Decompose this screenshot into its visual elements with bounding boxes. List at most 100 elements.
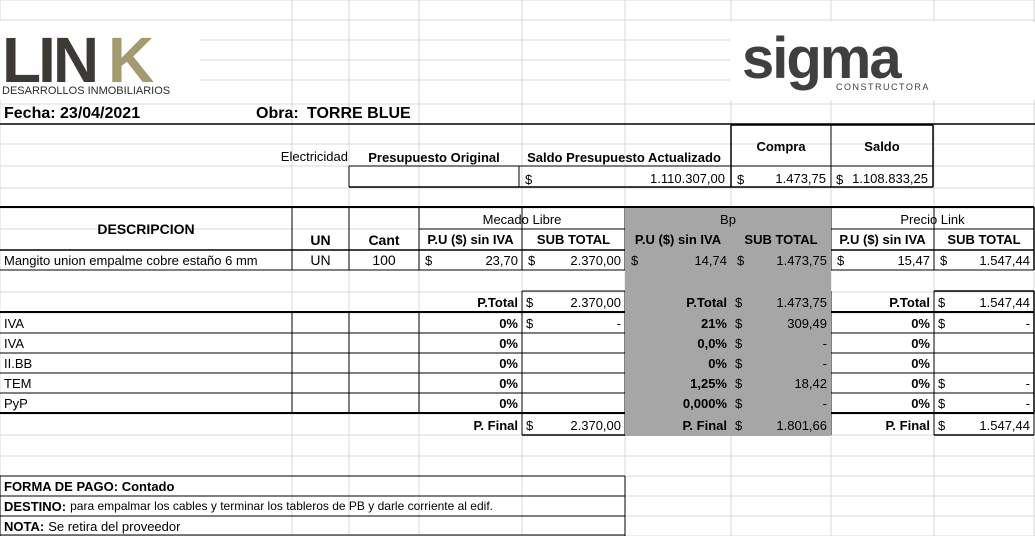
currency: $ [735,418,743,433]
ml-pfinal-label: P. Final [473,417,518,433]
tax-bp-pct: 0,000% [682,395,727,411]
forma-de-pago: FORMA DE PAGO: Contado [4,478,175,494]
tax-ml-pct: 0% [499,335,518,351]
tax-ml-val: - [616,315,621,331]
tax-ml-pct: 0% [499,395,518,411]
item-pl-sub: 1.547,44 [979,252,1030,268]
nota-line: NOTA: Se retira del proveedor [4,516,180,536]
tax-bp-val: - [822,335,827,351]
currency: $ [938,376,946,391]
tax-name: PyP [4,395,28,411]
tax-pl-pct: 0% [911,335,930,351]
tax-bp-val: 309,49 [787,315,827,331]
currency: $ [525,171,533,187]
item-cant: 100 [372,252,396,268]
currency: $ [735,336,743,351]
tax-pl-val: - [1025,375,1030,391]
tax-bp-pct: 0,0% [697,335,727,351]
item-description: Mangito union empalme cobre estaño 6 mm [4,252,258,268]
currency: $ [526,295,534,310]
link-logo: LIN K DESARROLLOS INMOBILIARIOS [2,24,170,105]
tax-bp-pct: 21% [700,315,727,331]
tax-pl-pct: 0% [911,395,930,411]
item-ml-pu: 23,70 [485,252,518,268]
group-bp: Bp [720,211,736,227]
sigma-logo: sigma CONSTRUCTORA [742,26,932,99]
obra-label: Obra: [256,105,299,122]
ml-ptotal: 2.370,00 [570,294,621,310]
tax-bp-pct: 1,25% [690,375,727,391]
item-ml-sub: 2.370,00 [570,252,621,268]
tax-pl-pct: 0% [911,355,930,371]
currency: $ [737,253,745,268]
currency: $ [526,316,534,331]
tax-ml-val [538,333,625,353]
tax-bp-val: 18,42 [794,375,827,391]
ml-subtotal-header: SUB TOTAL [536,232,611,247]
un-header: UN [310,232,331,248]
tax-pl-val [950,333,1034,353]
currency: $ [938,295,946,310]
tax-bp-val: - [822,355,827,371]
pl-ptotal: 1.547,44 [979,294,1030,310]
destino-label: DESTINO: [4,498,67,514]
tax-ml-val [538,353,625,373]
compra-header: Compra [756,138,806,154]
link-logo-subtitle: DESARROLLOS INMOBILIARIOS [2,85,171,97]
pl-pfinal: 1.547,44 [979,417,1030,433]
nota-text: Se retira del proveedor [48,518,181,534]
bp-pfinal: 1.801,66 [776,417,827,433]
pl-pu-header: P.U ($) sin IVA [839,232,926,247]
destino-text: para empalmar los cables y terminar los … [70,499,493,513]
descripcion-header: DESCRIPCION [97,221,195,237]
tax-name: IVA [4,315,24,331]
saldo-actualizado-value: 1.110.307,00 [650,170,725,186]
pl-ptotal-label: P.Total [889,294,930,310]
bp-ptotal-label: P.Total [686,294,727,310]
currency: $ [938,316,946,331]
ml-pu-header: P.U ($) sin IVA [427,232,514,247]
currency: $ [735,295,743,310]
item-pl-pu: 15,47 [897,252,930,268]
spreadsheet: LIN K DESARROLLOS INMOBILIARIOS sigma CO… [0,0,1035,536]
tax-pl-val: - [1025,395,1030,411]
saldo-value: 1.108.833,25 [852,170,928,186]
currency: $ [735,396,743,411]
currency: $ [735,356,743,371]
item-un: UN [310,252,331,268]
tax-name: IVA [4,335,24,351]
tax-bp-pct: 0% [708,355,727,371]
currency: $ [940,253,948,268]
compra-value: 1.473,75 [775,170,826,186]
currency: $ [526,418,534,433]
pl-subtotal-header: SUB TOTAL [947,232,1021,247]
currency: $ [528,253,536,268]
saldo-header: Saldo [864,138,900,154]
tax-ml-val [538,373,625,393]
currency: $ [631,253,639,268]
rubro: Electricidad [280,148,348,164]
ml-pfinal: 2.370,00 [570,417,621,433]
bp-ptotal: 1.473,75 [776,294,827,310]
currency: $ [735,316,743,331]
fecha: Fecha: 23/04/2021 [4,105,141,122]
currency: $ [836,171,844,187]
tax-ml-pct: 0% [499,375,518,391]
currency: $ [737,171,745,187]
item-bp-pu: 14,74 [694,252,727,268]
tax-pl-val [950,353,1034,373]
cant-header: Cant [368,232,400,248]
obra-value: TORRE BLUE [307,105,411,122]
tax-ml-pct: 0% [499,355,518,371]
tax-pl-pct: 0% [911,375,930,391]
presupuesto-original-header: Presupuesto Original [368,149,500,165]
saldo-actualizado-header: Saldo Presupuesto Actualizado [527,149,721,165]
currency: $ [425,253,433,268]
pl-pfinal-label: P. Final [885,417,930,433]
tax-pl-val: - [1025,315,1030,331]
group-mercado-libre: Mecado Libre [482,211,562,227]
currency: $ [735,376,743,391]
tax-bp-val: - [822,395,827,411]
nota-label: NOTA: [4,518,45,534]
tax-ml-val [538,393,625,413]
